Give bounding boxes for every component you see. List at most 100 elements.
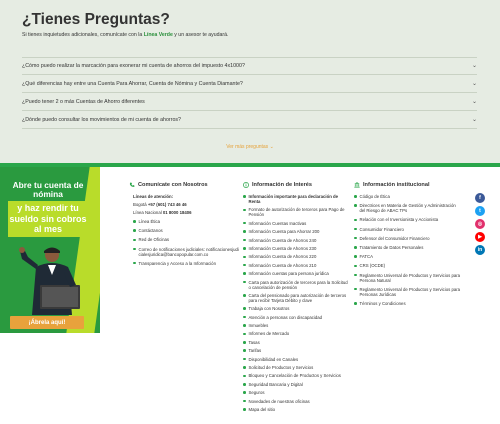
- info-column: Información de Interés Información impor…: [243, 182, 351, 415]
- contact-link[interactable]: Línea Ética: [133, 219, 239, 224]
- twitter-icon[interactable]: t: [475, 206, 485, 216]
- bullet-icon: [243, 332, 246, 336]
- footer-link[interactable]: Formato de autorización de terceros para…: [243, 207, 351, 217]
- footer-link[interactable]: Solicitud de Productos y Servicios: [243, 365, 351, 370]
- footer-link[interactable]: Bloqueo y Cancelación de Productos y Ser…: [243, 373, 351, 378]
- bullet-icon: [243, 357, 246, 361]
- bullet-icon: [354, 246, 357, 249]
- faq-section: ¿Tienes Preguntas? Si tienes inquietudes…: [0, 0, 500, 163]
- bullet-icon: [133, 220, 136, 223]
- bullet-icon: [354, 273, 357, 277]
- promo-cta-button[interactable]: ¡Ábrela aquí!: [10, 316, 84, 329]
- faq-question-text: ¿Qué diferencias hay entre una Cuenta Pa…: [22, 80, 243, 87]
- footer-link-label: Inmuebles: [248, 323, 269, 329]
- bullet-icon: [243, 315, 246, 319]
- youtube-icon[interactable]: ▶: [475, 232, 485, 242]
- footer-link-label: Solicitud de Productos y Servicios: [248, 365, 314, 371]
- bullet-icon: [354, 227, 357, 231]
- footer-link[interactable]: Carta para autorización de terceros para…: [243, 280, 351, 290]
- phone-icon: [129, 182, 135, 187]
- footer-link[interactable]: Información Cuenta de Ahorros 240: [243, 238, 351, 243]
- institutional-links: Código de Ética Directrices en Materia de…: [354, 194, 462, 306]
- footer-link[interactable]: Código de Ética: [354, 194, 462, 199]
- bullet-icon: [133, 247, 136, 251]
- footer-link[interactable]: Información Cuenta de Ahorros 220: [243, 254, 351, 259]
- linkedin-icon[interactable]: in: [475, 245, 485, 255]
- bullet-icon: [243, 221, 246, 225]
- footer-link[interactable]: Tarifas: [243, 348, 351, 353]
- bullet-icon: [354, 264, 357, 267]
- contact-link[interactable]: Red de Oficinas: [133, 237, 239, 242]
- footer-link[interactable]: Defensor del Consumidor Financiero: [354, 236, 462, 241]
- footer-link[interactable]: Carta del pensionado para autorización d…: [243, 293, 351, 303]
- footer-link[interactable]: Información Cuenta de Ahorros 210: [243, 263, 351, 268]
- footer-link[interactable]: Información Cuenta de Ahorros 230: [243, 246, 351, 251]
- lines-title: Líneas de atención:: [133, 194, 174, 199]
- footer-link[interactable]: Tratamiento de Datos Personales: [354, 245, 462, 250]
- footer-link[interactable]: Inmuebles: [243, 323, 351, 328]
- bullet-icon: [243, 263, 246, 267]
- person-with-laptop-illustration: [19, 247, 80, 315]
- footer-link[interactable]: Directrices en Materia de Gestión y Admi…: [354, 203, 462, 213]
- footer-link[interactable]: Tasas: [243, 340, 351, 345]
- bullet-icon: [354, 218, 357, 222]
- chevron-down-icon: ⌄: [269, 144, 274, 150]
- footer-link[interactable]: Atención a personas con discapacidad: [243, 315, 351, 320]
- more-questions-link[interactable]: Ver más preguntas ⌄: [0, 144, 500, 150]
- phone-national[interactable]: Línea Nacional 01 8000 18406: [133, 210, 239, 215]
- footer-link-label: Seguros: [248, 390, 265, 396]
- faq-question[interactable]: ¿Qué diferencias hay entre una Cuenta Pa…: [22, 75, 477, 93]
- bullet-icon: [243, 341, 246, 344]
- footer-link-label: Consumidor Financiero: [359, 226, 404, 232]
- linea-verde-link[interactable]: Línea Verde: [144, 32, 173, 38]
- footer-link[interactable]: Trabaja con Nosotros: [243, 306, 351, 311]
- phone-bogota-label: Bogotá: [133, 202, 147, 207]
- bullet-icon: [354, 195, 357, 198]
- footer-link[interactable]: Novedades de nuestras oficinas: [243, 399, 351, 404]
- contact-link[interactable]: Contáctanos: [133, 228, 239, 233]
- faq-question[interactable]: ¿Dónde puedo consultar los movimientos d…: [22, 111, 477, 129]
- faq-question[interactable]: ¿Puedo tener 2 o más Cuentas de Ahorro d…: [22, 93, 477, 111]
- footer-link[interactable]: Información cuentas para persona jurídic…: [243, 271, 351, 276]
- contact-link[interactable]: Transparencia y Acceso a la Información: [133, 261, 239, 266]
- footer-link[interactable]: CRS (OCDE): [354, 263, 462, 268]
- footer-link[interactable]: Información importante para declaración …: [243, 194, 351, 204]
- phone-national-label: Línea Nacional: [133, 210, 162, 215]
- footer-link-label: Mapa del sitio: [248, 406, 276, 412]
- footer-link[interactable]: Información Cuentas Inactivas: [243, 221, 351, 226]
- phone-bogota[interactable]: Bogotá +57 (601) 743 46 46: [133, 202, 239, 207]
- contact-link[interactable]: Correo de notificaciones judiciales: not…: [133, 247, 239, 257]
- bullet-icon: [133, 238, 136, 242]
- facebook-icon[interactable]: f: [475, 193, 485, 203]
- footer-link-label: Información Cuenta para Ahorrar 200: [248, 229, 320, 235]
- footer-link-label: Tratamiento de Datos Personales: [359, 244, 424, 250]
- bullet-icon: [243, 280, 246, 284]
- footer: Abre tu cuenta de nómina y haz rendir tu…: [0, 167, 500, 424]
- footer-link[interactable]: FATCA: [354, 254, 462, 259]
- phone-bogota-number: +57 (601) 743 46 46: [147, 202, 187, 207]
- promo-headline: Abre tu cuenta de nómina: [12, 180, 84, 199]
- bullet-icon: [243, 238, 246, 242]
- footer-link[interactable]: Información Cuenta para Ahorrar 200: [243, 229, 351, 234]
- footer-link[interactable]: Relación con el Inversionista y Accionis…: [354, 217, 462, 222]
- promo-subheadline: y haz rendir tu sueldo sin cobros al mes: [8, 201, 88, 237]
- bullet-icon: [243, 408, 246, 411]
- promo-banner[interactable]: Abre tu cuenta de nómina y haz rendir tu…: [0, 167, 100, 333]
- footer-link[interactable]: Seguros: [243, 390, 351, 395]
- footer-link[interactable]: Seguridad Bancaria y Digital: [243, 382, 351, 387]
- instagram-icon[interactable]: ◎: [475, 219, 485, 229]
- bullet-icon: [354, 255, 357, 258]
- footer-link[interactable]: Disponibilidad en Canales: [243, 357, 351, 362]
- bullet-icon: [354, 287, 357, 291]
- footer-link[interactable]: Reglamento Universal de Productos y Serv…: [354, 287, 462, 297]
- footer-link-label: Tarifas: [248, 348, 262, 354]
- footer-link[interactable]: Informes de Mercado: [243, 331, 351, 336]
- footer-link-label: Novedades de nuestras oficinas: [248, 398, 310, 404]
- footer-link[interactable]: Reglamento Universal de Productos y Serv…: [354, 273, 462, 283]
- footer-link[interactable]: Consumidor Financiero: [354, 227, 462, 232]
- faq-question[interactable]: ¿Cómo puedo realizar la marcación para e…: [22, 57, 477, 75]
- footer-link-label: Información Cuentas Inactivas: [248, 220, 307, 226]
- footer-link[interactable]: Mapa del sitio: [243, 407, 351, 412]
- footer-link[interactable]: Términos y Condiciones: [354, 301, 462, 306]
- bullet-icon: [354, 204, 357, 207]
